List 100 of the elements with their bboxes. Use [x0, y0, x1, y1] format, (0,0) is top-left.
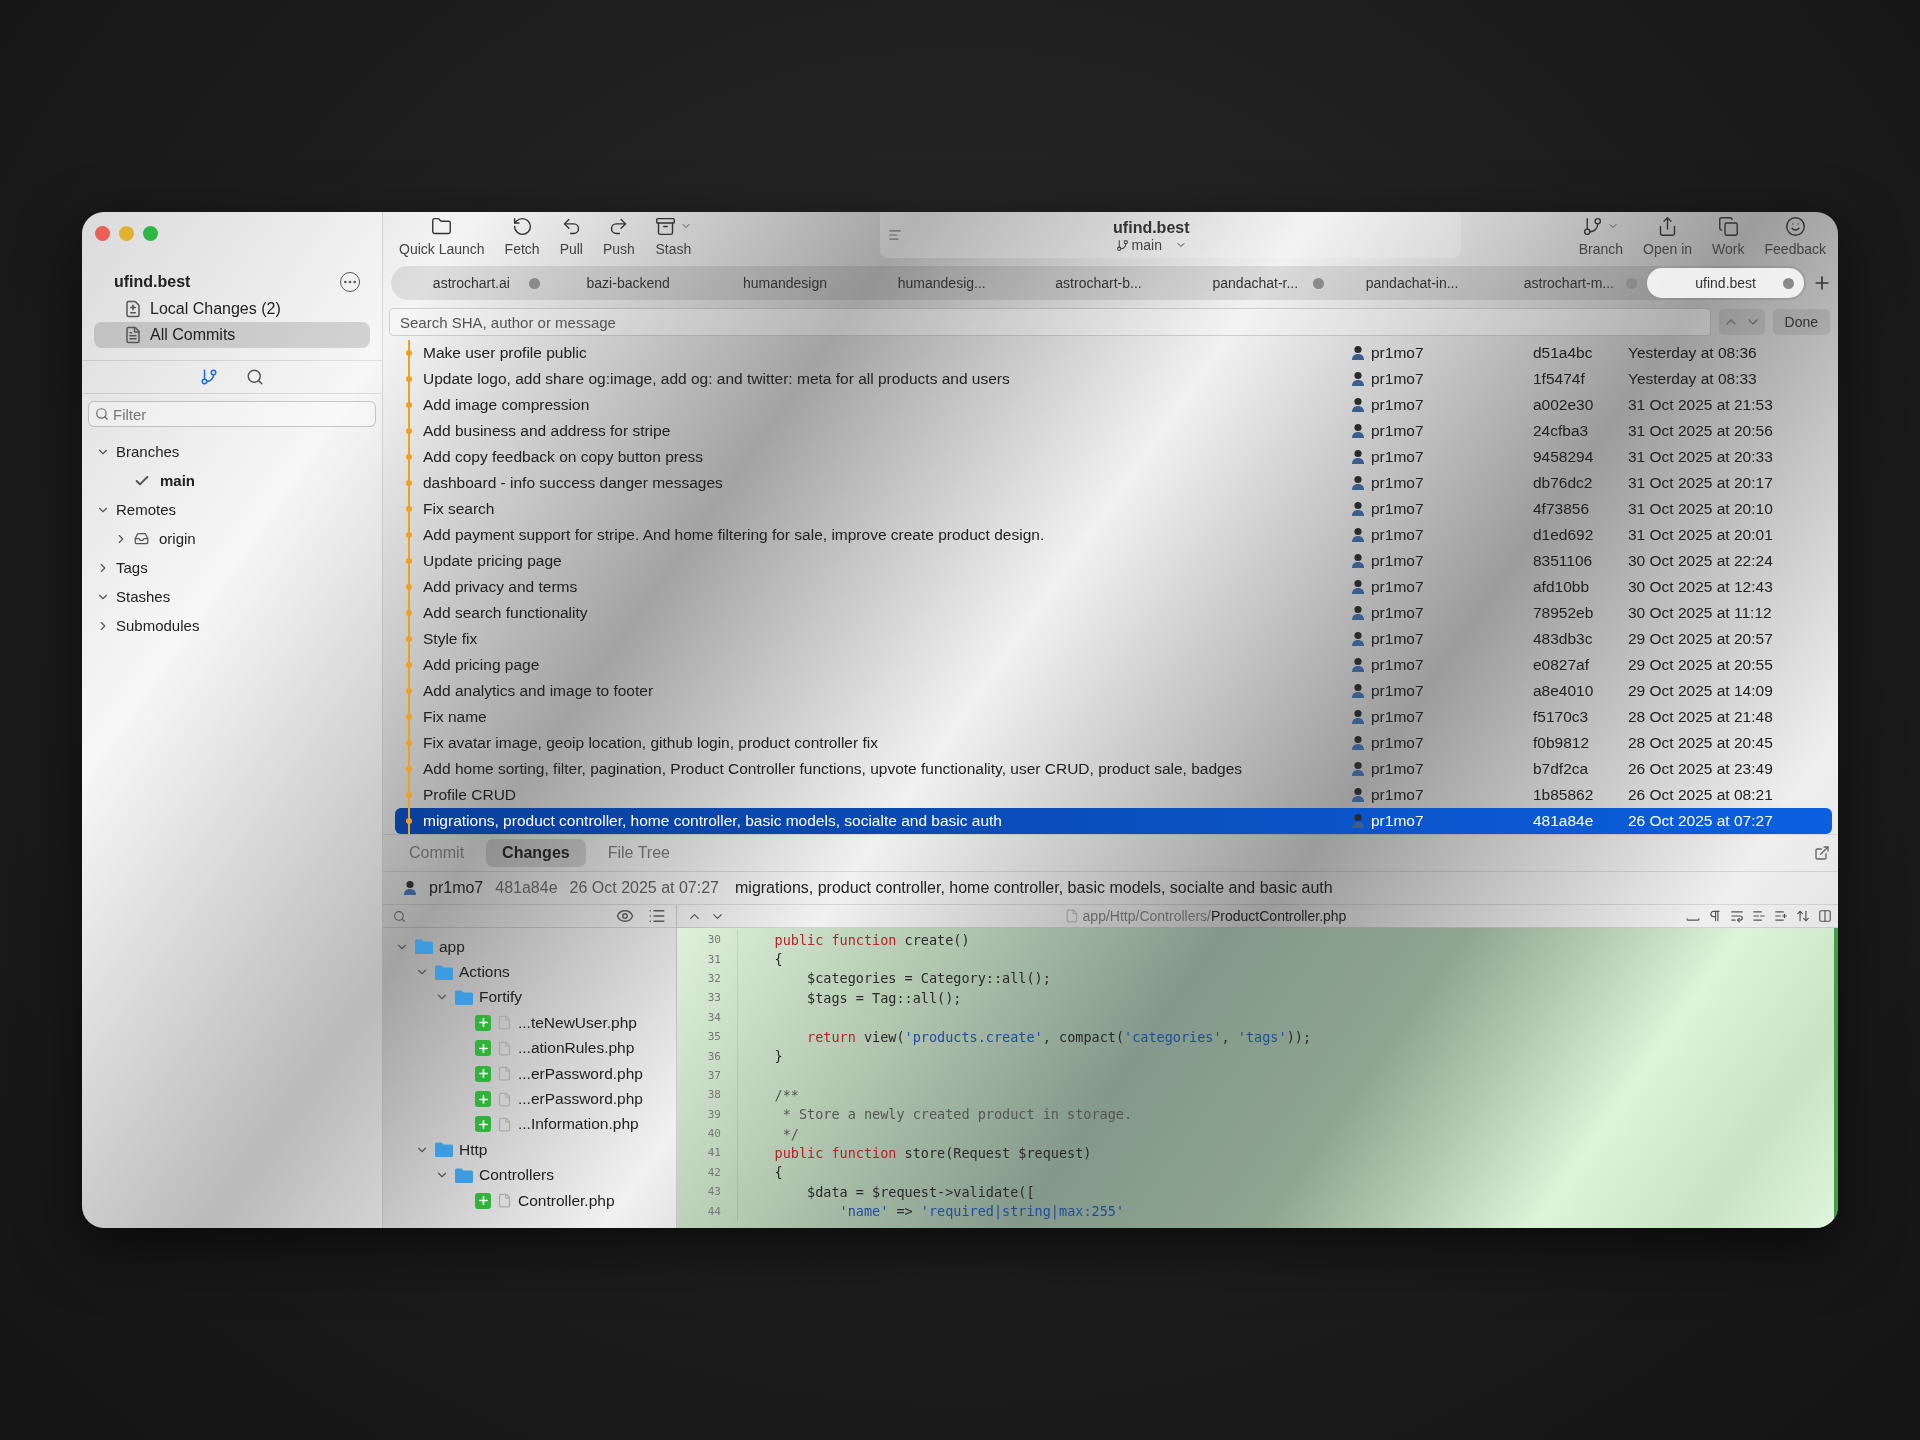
increase-context-icon[interactable]: [1774, 909, 1788, 923]
pilcrow-icon[interactable]: [1708, 909, 1722, 923]
section-label[interactable]: Tags: [116, 559, 148, 576]
commit-row[interactable]: Make user profile public pr1mo7 d51a4bc Yesterday at 08:36: [395, 340, 1832, 366]
commit-row[interactable]: Fix search pr1mo7 4f73856 31 Oct 2025 at 20:10: [395, 496, 1832, 522]
list-icon[interactable]: [887, 228, 902, 242]
search-icon[interactable]: [393, 909, 406, 923]
toolbar-button[interactable]: Push: [595, 212, 643, 259]
detail-tab[interactable]: Changes: [486, 839, 586, 867]
commit-row[interactable]: dashboard - info success danger messages pr1mo7 db76dc2 31 Oct 2025 at 20:17: [395, 470, 1832, 496]
branch-icon[interactable]: [200, 368, 218, 386]
done-button[interactable]: Done: [1772, 309, 1830, 335]
commit-row[interactable]: Add copy feedback on copy button press pr1mo7 9458294 31 Oct 2025 at 20:33: [395, 444, 1832, 470]
repo-tab[interactable]: bazi-backend: [549, 268, 707, 298]
avatar-icon: [1351, 527, 1365, 543]
commit-row[interactable]: Fix avatar image, geoip location, github login, product controller fix pr1mo7 f0b9812 28 Oct 2025 at 20:45: [395, 730, 1832, 756]
repo-tab[interactable]: astrochart.ai: [393, 268, 550, 298]
section-label[interactable]: Remotes: [116, 501, 177, 518]
line-number: 44: [677, 1201, 738, 1221]
file-name[interactable]: ...teNewUser.php: [518, 1013, 637, 1032]
split-view-icon[interactable]: [1818, 909, 1832, 923]
repo-tab[interactable]: pandachat-in...: [1333, 268, 1491, 298]
toolbar-button[interactable]: Stash: [646, 212, 700, 259]
commit-row[interactable]: Profile CRUD pr1mo7 1b85862 26 Oct 2025 at 08:21: [395, 782, 1832, 808]
avatar-icon: [1351, 449, 1365, 465]
search-icon[interactable]: [246, 368, 264, 386]
avatar-icon: [403, 880, 417, 896]
commit-message: Profile CRUD: [423, 786, 517, 804]
tree-item[interactable]: origin: [159, 530, 196, 547]
file-name[interactable]: ...ationRules.php: [518, 1039, 635, 1058]
file-name[interactable]: ...erPassword.php: [518, 1090, 643, 1109]
repo-tab[interactable]: pandachat-r...: [1176, 268, 1334, 298]
circular-arrow-icon: [511, 215, 533, 237]
commit-row[interactable]: Add image compression pr1mo7 a002e30 31 Oct 2025 at 21:53: [395, 392, 1832, 418]
tree-item[interactable]: main: [160, 472, 195, 489]
repo-tab[interactable]: humandesign: [706, 268, 864, 298]
commit-row[interactable]: Add payment support for stripe. And home filtering for sale, improve create product design. pr1mo7 d1ed692 31 Oct 2025 at 20:01: [395, 522, 1832, 548]
window-control[interactable]: [95, 226, 110, 241]
file-name[interactable]: ...erPassword.php: [518, 1064, 643, 1083]
commit-date: 29 Oct 2025 at 14:09: [1628, 682, 1774, 700]
commit-row[interactable]: Add search functionality pr1mo7 78952eb 30 Oct 2025 at 11:12: [395, 600, 1832, 626]
toolbar-button[interactable]: Work: [1704, 212, 1753, 259]
branch-picker[interactable]: main: [1115, 237, 1187, 253]
code-line: */: [781, 1125, 799, 1142]
code-line: }: [773, 1048, 783, 1065]
external-link-icon[interactable]: [1814, 845, 1830, 861]
sidebar-item[interactable]: Local Changes (2): [94, 296, 370, 322]
toolbar-button[interactable]: Branch: [1570, 212, 1632, 259]
commit-message: Add payment support for stripe. And home filtering for sale, improve create product design.: [423, 526, 1046, 544]
file-icon: [497, 1091, 512, 1107]
folder-name[interactable]: Actions: [459, 963, 510, 982]
commit-sha: db76dc2: [1533, 474, 1594, 492]
commit-author: pr1mo7: [1371, 448, 1424, 466]
code-line: $categories = Category::all();: [806, 970, 1051, 987]
file-name[interactable]: ...Information.php: [518, 1115, 639, 1134]
list-icon[interactable]: [648, 907, 666, 925]
folder-name[interactable]: Controllers: [479, 1166, 554, 1185]
folder-name[interactable]: Fortify: [479, 988, 523, 1007]
commit-row[interactable]: Add business and address for stripe pr1mo7 24cfba3 31 Oct 2025 at 20:56: [395, 418, 1832, 444]
commit-row[interactable]: Add home sorting, filter, pagination, Product Controller functions, upvote functionality, user CRUD, product sale, badges pr1mo7 b7df2ca 26 Oct 2025 at 23:49: [395, 756, 1832, 782]
sidebar-item[interactable]: All Commits: [94, 322, 370, 348]
eye-icon[interactable]: [616, 907, 634, 925]
avatar-icon: [1351, 501, 1365, 517]
commit-row[interactable]: Add analytics and image to footer pr1mo7 a8e4010 29 Oct 2025 at 14:09: [395, 678, 1832, 704]
repo-tab[interactable]: ufind.best: [1647, 268, 1805, 298]
commit-row[interactable]: migrations, product controller, home controller, basic models, socialte and basic auth pr1mo7 481a84e 26 Oct 2025 at 07:27: [395, 808, 1832, 834]
folder-name[interactable]: Http: [459, 1140, 488, 1159]
section-label[interactable]: Stashes: [116, 588, 171, 605]
section-label[interactable]: Submodules: [116, 617, 200, 634]
commit-row[interactable]: Fix name pr1mo7 f5170c3 28 Oct 2025 at 21:48: [395, 704, 1832, 730]
file-icon: [1064, 909, 1079, 923]
commit-row[interactable]: Add privacy and terms pr1mo7 afd10bb 30 Oct 2025 at 12:43: [395, 574, 1832, 600]
commit-author: pr1mo7: [1371, 396, 1424, 414]
repo-tab[interactable]: astrochart-m...: [1490, 268, 1648, 298]
toolbar-button[interactable]: Feedback: [1756, 212, 1834, 259]
toolbar-button[interactable]: Fetch: [496, 212, 548, 259]
toolbar-button[interactable]: Pull: [551, 212, 591, 259]
commit-row[interactable]: Update logo, add share og:image, add og: and twitter: meta for all products and users pr1mo7 1f5474f Yesterday at 08:33: [395, 366, 1832, 392]
section-label[interactable]: Branches: [116, 443, 180, 460]
line-number: 37: [677, 1065, 738, 1086]
folder-icon: [455, 989, 473, 1005]
commit-author: pr1mo7: [1371, 760, 1424, 778]
file-name[interactable]: Controller.php: [518, 1191, 615, 1210]
commit-message: Fix name: [423, 708, 488, 726]
commit-row[interactable]: Style fix pr1mo7 483db3c 29 Oct 2025 at 20:57: [395, 626, 1832, 652]
toolbar-button[interactable]: Open in: [1635, 212, 1701, 259]
toolbar-button[interactable]: Quick Launch: [391, 212, 493, 259]
expand-icon[interactable]: [1796, 909, 1810, 923]
commit-row[interactable]: Update pricing page pr1mo7 8351106 30 Oct 2025 at 22:24: [395, 548, 1832, 574]
commit-date: 30 Oct 2025 at 22:24: [1628, 552, 1774, 570]
code-line: {: [773, 951, 783, 968]
tray-icon: [134, 531, 149, 546]
commit-date: 31 Oct 2025 at 20:10: [1628, 500, 1774, 518]
wrap-icon[interactable]: [1730, 909, 1744, 923]
status-dot: [1783, 278, 1795, 289]
folder-name[interactable]: app: [439, 937, 465, 956]
repo-tab[interactable]: humandesig...: [863, 268, 1021, 298]
commit-row[interactable]: Add pricing page pr1mo7 e0827af 29 Oct 2025 at 20:55: [395, 652, 1832, 678]
repo-tab[interactable]: astrochart-b...: [1020, 268, 1177, 298]
decrease-context-icon[interactable]: [1752, 909, 1766, 923]
